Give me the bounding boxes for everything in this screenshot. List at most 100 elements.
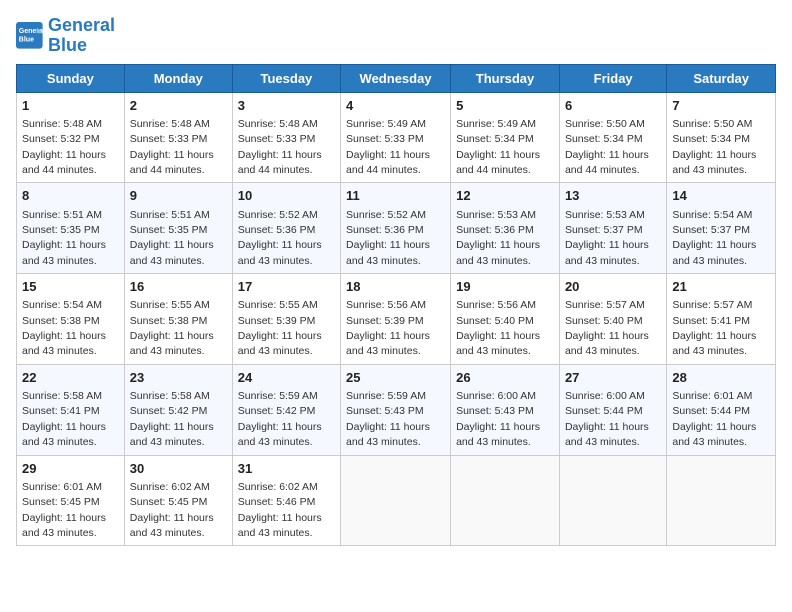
day-info: Sunrise: 5:53 AMSunset: 5:37 PMDaylight:… — [565, 209, 649, 267]
day-number: 19 — [456, 278, 554, 296]
calendar-cell — [451, 455, 560, 546]
logo-text: General Blue — [48, 16, 115, 56]
day-number: 26 — [456, 369, 554, 387]
day-number: 1 — [22, 97, 119, 115]
day-of-week-header: Friday — [559, 64, 666, 92]
day-info: Sunrise: 5:48 AMSunset: 5:33 PMDaylight:… — [238, 118, 322, 176]
day-info: Sunrise: 5:50 AMSunset: 5:34 PMDaylight:… — [672, 118, 756, 176]
calendar-cell: 20 Sunrise: 5:57 AMSunset: 5:40 PMDaylig… — [559, 274, 666, 365]
day-number: 4 — [346, 97, 445, 115]
calendar-cell: 10 Sunrise: 5:52 AMSunset: 5:36 PMDaylig… — [232, 183, 340, 274]
day-number: 12 — [456, 187, 554, 205]
day-number: 10 — [238, 187, 335, 205]
day-number: 24 — [238, 369, 335, 387]
day-of-week-header: Monday — [124, 64, 232, 92]
day-info: Sunrise: 5:58 AMSunset: 5:41 PMDaylight:… — [22, 390, 106, 448]
calendar-cell: 15 Sunrise: 5:54 AMSunset: 5:38 PMDaylig… — [17, 274, 125, 365]
day-info: Sunrise: 5:58 AMSunset: 5:42 PMDaylight:… — [130, 390, 214, 448]
calendar-cell: 14 Sunrise: 5:54 AMSunset: 5:37 PMDaylig… — [667, 183, 776, 274]
day-info: Sunrise: 5:53 AMSunset: 5:36 PMDaylight:… — [456, 209, 540, 267]
day-number: 16 — [130, 278, 227, 296]
day-number: 2 — [130, 97, 227, 115]
page-header: General Blue General Blue — [16, 16, 776, 56]
day-info: Sunrise: 5:49 AMSunset: 5:34 PMDaylight:… — [456, 118, 540, 176]
calendar-cell: 3 Sunrise: 5:48 AMSunset: 5:33 PMDayligh… — [232, 92, 340, 183]
calendar-cell: 24 Sunrise: 5:59 AMSunset: 5:42 PMDaylig… — [232, 364, 340, 455]
calendar-cell: 7 Sunrise: 5:50 AMSunset: 5:34 PMDayligh… — [667, 92, 776, 183]
day-number: 30 — [130, 460, 227, 478]
day-info: Sunrise: 5:50 AMSunset: 5:34 PMDaylight:… — [565, 118, 649, 176]
day-info: Sunrise: 5:49 AMSunset: 5:33 PMDaylight:… — [346, 118, 430, 176]
day-number: 27 — [565, 369, 661, 387]
day-info: Sunrise: 5:52 AMSunset: 5:36 PMDaylight:… — [346, 209, 430, 267]
logo: General Blue General Blue — [16, 16, 115, 56]
day-info: Sunrise: 5:57 AMSunset: 5:40 PMDaylight:… — [565, 299, 649, 357]
calendar-cell: 18 Sunrise: 5:56 AMSunset: 5:39 PMDaylig… — [341, 274, 451, 365]
day-of-week-header: Tuesday — [232, 64, 340, 92]
calendar-table: SundayMondayTuesdayWednesdayThursdayFrid… — [16, 64, 776, 547]
day-number: 13 — [565, 187, 661, 205]
day-info: Sunrise: 6:00 AMSunset: 5:43 PMDaylight:… — [456, 390, 540, 448]
day-info: Sunrise: 5:56 AMSunset: 5:40 PMDaylight:… — [456, 299, 540, 357]
day-info: Sunrise: 5:55 AMSunset: 5:39 PMDaylight:… — [238, 299, 322, 357]
calendar-cell — [341, 455, 451, 546]
calendar-cell: 27 Sunrise: 6:00 AMSunset: 5:44 PMDaylig… — [559, 364, 666, 455]
calendar-cell: 22 Sunrise: 5:58 AMSunset: 5:41 PMDaylig… — [17, 364, 125, 455]
day-of-week-header: Sunday — [17, 64, 125, 92]
day-number: 17 — [238, 278, 335, 296]
calendar-cell: 29 Sunrise: 6:01 AMSunset: 5:45 PMDaylig… — [17, 455, 125, 546]
day-info: Sunrise: 5:59 AMSunset: 5:43 PMDaylight:… — [346, 390, 430, 448]
day-info: Sunrise: 6:01 AMSunset: 5:45 PMDaylight:… — [22, 481, 106, 539]
calendar-cell: 4 Sunrise: 5:49 AMSunset: 5:33 PMDayligh… — [341, 92, 451, 183]
day-info: Sunrise: 5:54 AMSunset: 5:37 PMDaylight:… — [672, 209, 756, 267]
day-number: 29 — [22, 460, 119, 478]
calendar-cell: 2 Sunrise: 5:48 AMSunset: 5:33 PMDayligh… — [124, 92, 232, 183]
day-number: 25 — [346, 369, 445, 387]
day-info: Sunrise: 6:00 AMSunset: 5:44 PMDaylight:… — [565, 390, 649, 448]
day-info: Sunrise: 6:02 AMSunset: 5:46 PMDaylight:… — [238, 481, 322, 539]
day-info: Sunrise: 5:51 AMSunset: 5:35 PMDaylight:… — [130, 209, 214, 267]
calendar-cell: 25 Sunrise: 5:59 AMSunset: 5:43 PMDaylig… — [341, 364, 451, 455]
day-number: 8 — [22, 187, 119, 205]
day-number: 23 — [130, 369, 227, 387]
day-info: Sunrise: 5:48 AMSunset: 5:33 PMDaylight:… — [130, 118, 214, 176]
day-number: 22 — [22, 369, 119, 387]
calendar-cell: 12 Sunrise: 5:53 AMSunset: 5:36 PMDaylig… — [451, 183, 560, 274]
calendar-cell: 11 Sunrise: 5:52 AMSunset: 5:36 PMDaylig… — [341, 183, 451, 274]
day-of-week-header: Thursday — [451, 64, 560, 92]
day-info: Sunrise: 5:54 AMSunset: 5:38 PMDaylight:… — [22, 299, 106, 357]
day-info: Sunrise: 5:55 AMSunset: 5:38 PMDaylight:… — [130, 299, 214, 357]
day-info: Sunrise: 5:51 AMSunset: 5:35 PMDaylight:… — [22, 209, 106, 267]
day-info: Sunrise: 5:48 AMSunset: 5:32 PMDaylight:… — [22, 118, 106, 176]
day-number: 14 — [672, 187, 770, 205]
day-info: Sunrise: 5:52 AMSunset: 5:36 PMDaylight:… — [238, 209, 322, 267]
day-number: 18 — [346, 278, 445, 296]
day-info: Sunrise: 5:56 AMSunset: 5:39 PMDaylight:… — [346, 299, 430, 357]
day-number: 11 — [346, 187, 445, 205]
day-number: 6 — [565, 97, 661, 115]
day-number: 20 — [565, 278, 661, 296]
svg-text:Blue: Blue — [19, 36, 34, 43]
day-number: 31 — [238, 460, 335, 478]
logo-icon: General Blue — [16, 22, 44, 50]
calendar-cell: 5 Sunrise: 5:49 AMSunset: 5:34 PMDayligh… — [451, 92, 560, 183]
calendar-cell: 31 Sunrise: 6:02 AMSunset: 5:46 PMDaylig… — [232, 455, 340, 546]
calendar-cell — [559, 455, 666, 546]
day-number: 5 — [456, 97, 554, 115]
day-number: 7 — [672, 97, 770, 115]
calendar-cell — [667, 455, 776, 546]
calendar-cell: 19 Sunrise: 5:56 AMSunset: 5:40 PMDaylig… — [451, 274, 560, 365]
calendar-cell: 6 Sunrise: 5:50 AMSunset: 5:34 PMDayligh… — [559, 92, 666, 183]
day-of-week-header: Wednesday — [341, 64, 451, 92]
day-number: 9 — [130, 187, 227, 205]
day-info: Sunrise: 5:57 AMSunset: 5:41 PMDaylight:… — [672, 299, 756, 357]
calendar-cell: 1 Sunrise: 5:48 AMSunset: 5:32 PMDayligh… — [17, 92, 125, 183]
calendar-cell: 16 Sunrise: 5:55 AMSunset: 5:38 PMDaylig… — [124, 274, 232, 365]
calendar-cell: 9 Sunrise: 5:51 AMSunset: 5:35 PMDayligh… — [124, 183, 232, 274]
calendar-cell: 28 Sunrise: 6:01 AMSunset: 5:44 PMDaylig… — [667, 364, 776, 455]
calendar-cell: 17 Sunrise: 5:55 AMSunset: 5:39 PMDaylig… — [232, 274, 340, 365]
day-number: 21 — [672, 278, 770, 296]
calendar-cell: 8 Sunrise: 5:51 AMSunset: 5:35 PMDayligh… — [17, 183, 125, 274]
day-info: Sunrise: 6:02 AMSunset: 5:45 PMDaylight:… — [130, 481, 214, 539]
day-info: Sunrise: 5:59 AMSunset: 5:42 PMDaylight:… — [238, 390, 322, 448]
